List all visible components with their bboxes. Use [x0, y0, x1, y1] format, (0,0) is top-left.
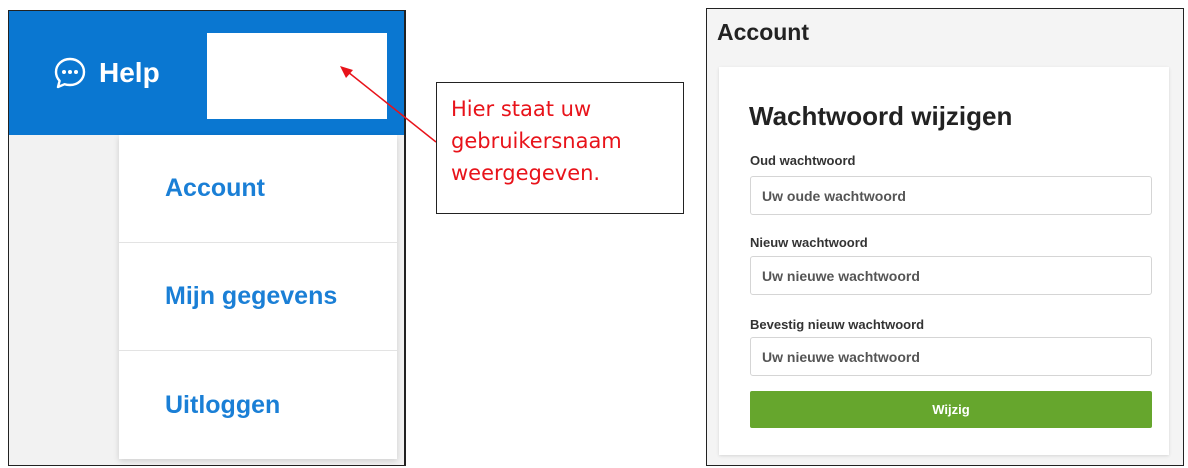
confirm-password-label: Bevestig nieuw wachtwoord: [750, 317, 925, 332]
form-title: Wachtwoord wijzigen: [749, 101, 1013, 131]
new-password-label: Nieuw wachtwoord: [750, 235, 868, 250]
confirm-password-field[interactable]: [750, 337, 1152, 376]
new-password-field[interactable]: [750, 256, 1152, 295]
annotation-line: Hier staat uw: [451, 97, 592, 121]
submit-button[interactable]: Wijzig: [750, 391, 1152, 428]
annotation-line: gebruikersnaam: [451, 129, 622, 153]
old-password-field[interactable]: [750, 176, 1152, 215]
change-password-card: Wachtwoord wijzigen Oud wachtwoord Nieuw…: [719, 67, 1169, 455]
old-password-label: Oud wachtwoord: [750, 153, 856, 168]
account-panel: Account Wachtwoord wijzigen Oud wachtwoo…: [706, 8, 1184, 466]
page-title: Account: [717, 19, 809, 45]
annotation-line: weergegeven.: [451, 161, 601, 185]
annotation-callout: Hier staat uw gebruikersnaam weergegeven…: [436, 82, 684, 214]
